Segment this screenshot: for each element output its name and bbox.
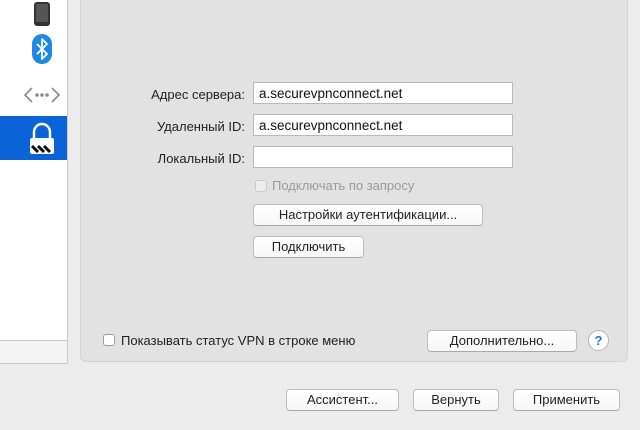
vpn-lock-icon [30,122,54,154]
show-vpn-status-label: Показывать статус VPN в строке меню [121,333,356,348]
service-item-bluetooth[interactable] [0,26,67,70]
show-vpn-status-checkbox[interactable] [103,334,115,346]
bluetooth-icon [32,34,52,64]
remote-id-label: Удаленный ID: [156,119,245,134]
help-button[interactable]: ? [588,330,609,351]
revert-button[interactable]: Вернуть [413,389,499,411]
advanced-button[interactable]: Дополнительно... [427,330,577,352]
connect-button[interactable]: Подключить [253,236,364,258]
service-list [0,0,68,340]
remote-id-field[interactable] [253,114,513,136]
connect-on-demand-label: Подключать по запросу [272,178,415,193]
server-address-field[interactable] [253,82,513,104]
service-list-controls [0,340,68,364]
local-id-field[interactable] [253,146,513,168]
vpn-config-panel: Адрес сервера: Удаленный ID: Локальный I… [80,0,628,362]
authentication-settings-button[interactable]: Настройки аутентификации... [253,204,483,226]
network-arrows-icon [23,87,61,103]
service-item-thunderbolt-bridge[interactable] [0,72,67,116]
apply-button[interactable]: Применить [513,389,620,411]
local-id-label: Локальный ID: [157,151,245,166]
server-address-label: Адрес сервера: [151,87,245,102]
assistant-button[interactable]: Ассистент... [286,389,399,411]
service-item-vpn[interactable] [0,116,67,160]
connect-on-demand-checkbox[interactable] [255,180,267,192]
